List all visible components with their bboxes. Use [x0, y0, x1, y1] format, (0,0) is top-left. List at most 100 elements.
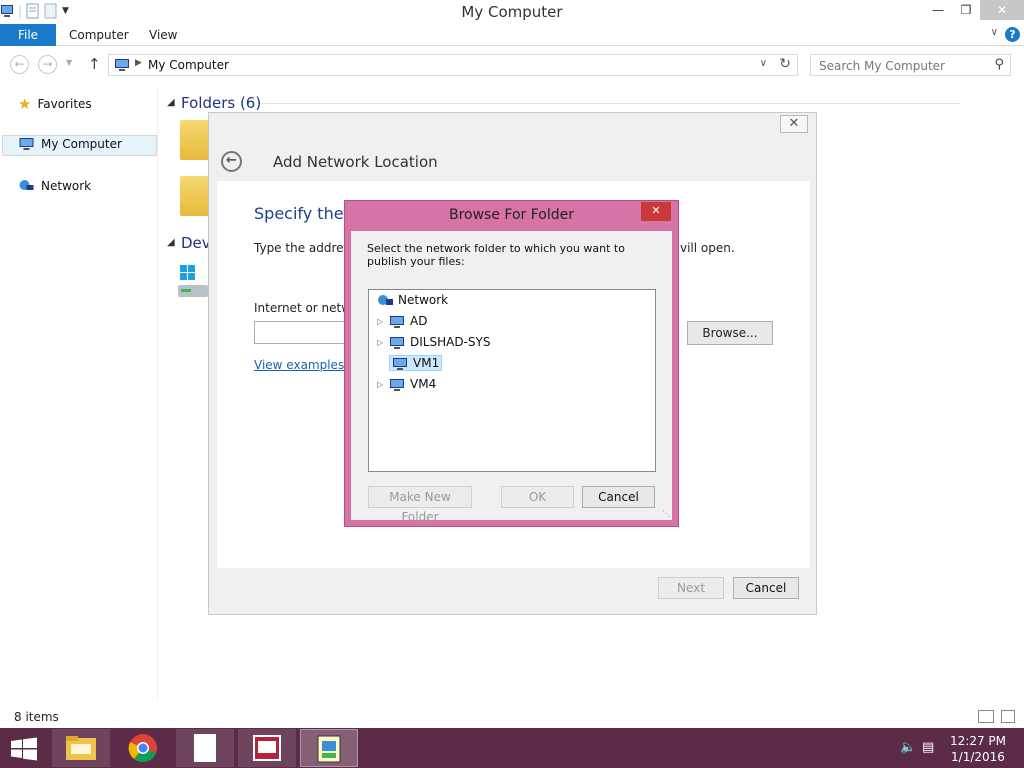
presentation-icon [253, 735, 281, 761]
clock-time: 12:27 PM [950, 734, 1006, 748]
tree-item-ad[interactable]: ▷ AD [377, 312, 427, 330]
minimize-button[interactable]: — [924, 0, 952, 20]
search-placeholder: Search My Computer [819, 59, 945, 73]
wizard-title: Add Network Location [273, 153, 438, 171]
back-button[interactable]: ← [10, 55, 29, 74]
nav-item-my-computer[interactable]: My Computer [18, 137, 122, 151]
dialog-description: Select the network folder to which you w… [367, 242, 625, 268]
nav-label: Favorites [37, 97, 92, 111]
group-divider [260, 103, 960, 104]
tree-label: AD [410, 314, 428, 328]
computer-icon [19, 138, 34, 150]
expand-icon[interactable]: ▷ [377, 338, 385, 347]
taskbar-notepad[interactable] [176, 729, 234, 767]
address-bar[interactable]: ▶ My Computer ∨ ↻ [108, 54, 798, 76]
network-wizard-icon [317, 735, 341, 763]
computer-icon [393, 357, 407, 370]
search-icon[interactable]: ⚲ [994, 57, 1004, 72]
browse-for-folder-dialog: Browse For Folder ✕ Select the network f… [344, 200, 679, 527]
nav-item-network[interactable]: Network [18, 179, 91, 193]
expand-icon[interactable]: ▷ [377, 380, 385, 389]
wizard-footer: Next Cancel [217, 568, 810, 608]
make-new-folder-button[interactable]: Make New Folder [368, 486, 472, 524]
ok-button[interactable]: OK [501, 486, 574, 508]
collapse-group-icon[interactable]: ◢ [167, 97, 175, 108]
window-title: My Computer [461, 3, 563, 21]
selected-tree-node[interactable]: VM1 [389, 355, 443, 371]
tree-item-network[interactable]: Network [377, 291, 448, 309]
help-icon[interactable]: ? [1005, 27, 1020, 42]
address-dropdown-icon[interactable]: ∨ [760, 58, 767, 69]
wizard-back-button[interactable]: ← [221, 151, 242, 172]
wizard-cancel-button[interactable]: Cancel [733, 577, 799, 599]
folders-group-heading[interactable]: Folders (6) [181, 94, 261, 112]
details-view-icon[interactable] [978, 710, 994, 723]
dialog-title: Browse For Folder [448, 207, 574, 223]
tree-item-vm4[interactable]: ▷ VM4 [377, 375, 436, 393]
address-field-label: Internet or netwo [254, 301, 359, 315]
taskbar-file-explorer[interactable] [52, 729, 110, 767]
browse-button[interactable]: Browse... [687, 321, 773, 345]
large-icons-view-icon[interactable] [1001, 710, 1015, 723]
computer-icon [115, 59, 129, 71]
windows-start-icon[interactable] [10, 737, 38, 761]
view-examples-link[interactable]: View examples [254, 358, 344, 372]
folder-tree[interactable]: Network ▷ AD ▷ DILSHAD-SYS VM1 ▷ VM4 [368, 289, 656, 472]
tree-item-vm1[interactable]: VM1 [377, 354, 443, 372]
nav-label: Network [41, 179, 92, 193]
taskbar-presentation-app[interactable] [238, 729, 296, 767]
navigation-pane: ★ Favorites My Computer Network [0, 88, 158, 700]
taskbar-chrome[interactable] [114, 729, 172, 767]
network-icon [19, 180, 34, 190]
dialog-close-button[interactable]: ✕ [641, 202, 671, 221]
taskbar: 🔈 ▤ 12:27 PM 1/1/2016 [0, 728, 1024, 768]
network-tray-icon[interactable]: ▤ [922, 740, 934, 755]
tab-computer[interactable]: Computer [69, 24, 129, 46]
restore-button[interactable]: ❐ [952, 0, 980, 20]
network-icon [378, 294, 393, 305]
nav-item-favorites[interactable]: ★ Favorites [18, 95, 92, 113]
navigation-bar: ← → ▼ ↑ ▶ My Computer ∨ ↻ Search My Comp… [0, 52, 1024, 78]
nav-label: My Computer [41, 137, 122, 151]
collapse-group-icon[interactable]: ◢ [167, 237, 175, 248]
tab-view[interactable]: View [149, 24, 177, 46]
status-bar: 8 items [0, 707, 1024, 727]
chrome-icon [128, 734, 157, 763]
star-icon: ★ [18, 95, 32, 113]
breadcrumb-chevron-icon[interactable]: ▶ [135, 58, 142, 68]
tree-item-dilshad-sys[interactable]: ▷ DILSHAD-SYS [377, 333, 490, 351]
taskbar-control-panel[interactable] [300, 729, 358, 767]
computer-icon [390, 378, 404, 391]
volume-muted-icon[interactable]: 🔈 [900, 740, 916, 755]
tab-file[interactable]: File [0, 24, 56, 46]
tree-label: VM1 [413, 356, 440, 370]
clock[interactable]: 12:27 PM 1/1/2016 [950, 733, 1006, 765]
item-count: 8 items [14, 710, 59, 724]
document-icon [194, 734, 216, 762]
search-input[interactable]: Search My Computer ⚲ [810, 54, 1011, 76]
clock-date: 1/1/2016 [951, 750, 1005, 764]
wizard-description: Type the address [254, 241, 357, 255]
ribbon-tabs: File Computer View ∨ ? [0, 24, 1024, 46]
tree-label: DILSHAD-SYS [410, 335, 491, 349]
close-button[interactable]: ✕ [980, 0, 1024, 20]
devices-group-heading[interactable]: Dev [181, 234, 211, 252]
computer-icon [390, 315, 404, 328]
tree-label: Network [398, 293, 449, 307]
cancel-button[interactable]: Cancel [582, 486, 655, 508]
forward-button[interactable]: → [38, 55, 57, 74]
wizard-description-tail: vill open. [680, 241, 735, 255]
computer-icon [390, 336, 404, 349]
expand-icon[interactable]: ▷ [377, 317, 385, 326]
breadcrumb[interactable]: My Computer [148, 58, 229, 72]
up-arrow-icon[interactable]: ↑ [88, 55, 101, 73]
tree-label: VM4 [410, 377, 437, 391]
refresh-icon[interactable]: ↻ [779, 56, 791, 72]
resize-grip-icon[interactable]: ⋱ [662, 509, 670, 518]
drive-icon[interactable] [178, 263, 210, 301]
recent-locations-icon[interactable]: ▼ [66, 58, 72, 67]
file-explorer-icon [66, 736, 96, 760]
wizard-close-button[interactable]: ✕ [780, 115, 808, 133]
next-button[interactable]: Next [658, 577, 724, 599]
expand-ribbon-icon[interactable]: ∨ [991, 27, 998, 38]
